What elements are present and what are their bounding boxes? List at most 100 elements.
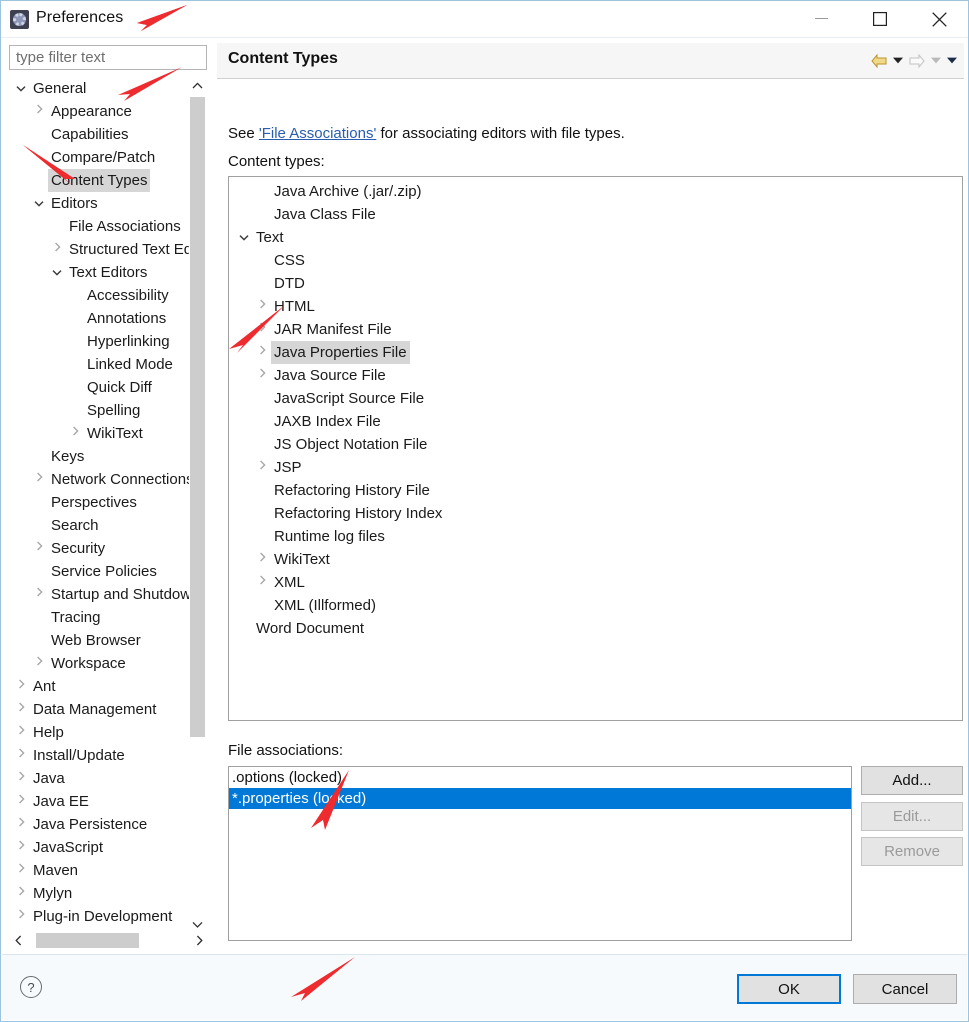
sidebar-item-keys[interactable]: Keys [10, 445, 191, 468]
sidebar-item-java-ee[interactable]: Java EE [10, 790, 191, 813]
content-type-item-xml[interactable]: XML [229, 571, 962, 594]
content-type-item-java-archive-jar-zip[interactable]: Java Archive (.jar/.zip) [229, 180, 962, 203]
add-button[interactable]: Add... [861, 766, 963, 795]
content-type-item-html[interactable]: HTML [229, 295, 962, 318]
sidebar-item-editors[interactable]: Editors [10, 192, 191, 215]
scroll-up-icon[interactable] [189, 77, 206, 94]
minimize-button[interactable] [798, 1, 844, 37]
chevron-right-icon[interactable] [255, 571, 269, 594]
sidebar-item-network-connections[interactable]: Network Connections [10, 468, 191, 491]
filter-box[interactable] [9, 45, 207, 70]
sidebar-item-wikitext[interactable]: WikiText [10, 422, 191, 445]
content-type-item-refactoring-history-index[interactable]: Refactoring History Index [229, 502, 962, 525]
content-type-item-jaxb-index-file[interactable]: JAXB Index File [229, 410, 962, 433]
sidebar-item-capabilities[interactable]: Capabilities [10, 123, 191, 146]
chevron-right-icon[interactable] [255, 364, 269, 387]
sidebar-item-linked-mode[interactable]: Linked Mode [10, 353, 191, 376]
help-question-icon[interactable]: ? [20, 976, 42, 998]
content-type-item-java-source-file[interactable]: Java Source File [229, 364, 962, 387]
view-menu-chevron-down-icon[interactable] [945, 52, 958, 69]
sidebar-vertical-scrollbar[interactable] [189, 77, 206, 933]
chevron-right-icon[interactable] [255, 456, 269, 479]
content-type-item-java-properties-file[interactable]: Java Properties File [229, 341, 962, 364]
content-type-item-js-object-notation-file[interactable]: JS Object Notation File [229, 433, 962, 456]
sidebar-horizontal-scrollbar[interactable] [10, 931, 208, 950]
sidebar-item-search[interactable]: Search [10, 514, 191, 537]
sidebar-item-java-persistence[interactable]: Java Persistence [10, 813, 191, 836]
chevron-right-icon[interactable] [255, 341, 269, 364]
sidebar-item-text-editors[interactable]: Text Editors [10, 261, 191, 284]
chevron-right-icon[interactable] [14, 698, 28, 721]
cancel-button[interactable]: Cancel [853, 974, 957, 1004]
sidebar-item-web-browser[interactable]: Web Browser [10, 629, 191, 652]
content-type-item-java-class-file[interactable]: Java Class File [229, 203, 962, 226]
chevron-right-icon[interactable] [32, 537, 46, 560]
chevron-right-icon[interactable] [14, 836, 28, 859]
chevron-right-icon[interactable] [255, 548, 269, 571]
sidebar-item-service-policies[interactable]: Service Policies [10, 560, 191, 583]
chevron-down-icon[interactable] [50, 261, 64, 284]
content-type-item-word-document[interactable]: Word Document [229, 617, 962, 640]
content-type-item-jar-manifest-file[interactable]: JAR Manifest File [229, 318, 962, 341]
sidebar-scrollbar-thumb[interactable] [190, 97, 205, 737]
chevron-right-icon[interactable] [32, 652, 46, 675]
file-associations-link[interactable]: 'File Associations' [259, 125, 376, 142]
back-arrow-icon[interactable] [869, 52, 888, 69]
sidebar-hscrollbar-thumb[interactable] [36, 933, 139, 948]
maximize-button[interactable] [857, 1, 903, 37]
content-type-item-jsp[interactable]: JSP [229, 456, 962, 479]
chevron-right-icon[interactable] [14, 859, 28, 882]
chevron-right-icon[interactable] [14, 905, 28, 928]
chevron-down-icon[interactable] [237, 226, 251, 249]
file-association-row[interactable]: *.properties (locked) [229, 788, 851, 809]
close-button[interactable] [916, 1, 962, 37]
sidebar-item-quick-diff[interactable]: Quick Diff [10, 376, 191, 399]
chevron-right-icon[interactable] [32, 468, 46, 491]
sidebar-item-maven[interactable]: Maven [10, 859, 191, 882]
sidebar-item-spelling[interactable]: Spelling [10, 399, 191, 422]
chevron-right-icon[interactable] [14, 767, 28, 790]
chevron-right-icon[interactable] [255, 318, 269, 341]
sidebar-item-workspace[interactable]: Workspace [10, 652, 191, 675]
chevron-right-icon[interactable] [14, 882, 28, 905]
sidebar-item-file-associations[interactable]: File Associations [10, 215, 191, 238]
sidebar-item-content-types[interactable]: Content Types [10, 169, 191, 192]
file-associations-list[interactable]: .options (locked) *.properties (locked) [228, 766, 852, 941]
chevron-right-icon[interactable] [50, 238, 64, 261]
scroll-right-icon[interactable] [191, 931, 208, 950]
chevron-right-icon[interactable] [14, 744, 28, 767]
content-type-item-wikitext[interactable]: WikiText [229, 548, 962, 571]
search-input[interactable] [10, 46, 206, 69]
chevron-right-icon[interactable] [14, 675, 28, 698]
sidebar-item-javascript[interactable]: JavaScript [10, 836, 191, 859]
content-type-item-runtime-log-files[interactable]: Runtime log files [229, 525, 962, 548]
sidebar-item-compare-patch[interactable]: Compare/Patch [10, 146, 191, 169]
sidebar-item-general[interactable]: General [10, 77, 191, 100]
sidebar-item-java[interactable]: Java [10, 767, 191, 790]
chevron-right-icon[interactable] [14, 721, 28, 744]
chevron-right-icon[interactable] [68, 422, 82, 445]
ok-button[interactable]: OK [737, 974, 841, 1004]
sidebar-item-tracing[interactable]: Tracing [10, 606, 191, 629]
content-type-item-xml-illformed[interactable]: XML (Illformed) [229, 594, 962, 617]
chevron-right-icon[interactable] [32, 100, 46, 123]
sidebar-item-accessibility[interactable]: Accessibility [10, 284, 191, 307]
sidebar-item-structured-text-ed[interactable]: Structured Text Ed [10, 238, 191, 261]
sidebar-item-plug-in-development[interactable]: Plug-in Development [10, 905, 191, 928]
chevron-right-icon[interactable] [14, 813, 28, 836]
chevron-right-icon[interactable] [255, 295, 269, 318]
chevron-right-icon[interactable] [32, 583, 46, 606]
content-type-item-dtd[interactable]: DTD [229, 272, 962, 295]
sidebar-item-appearance[interactable]: Appearance [10, 100, 191, 123]
scroll-left-icon[interactable] [10, 931, 27, 950]
content-type-item-refactoring-history-file[interactable]: Refactoring History File [229, 479, 962, 502]
back-menu-chevron-down-icon[interactable] [891, 52, 904, 69]
content-type-item-css[interactable]: CSS [229, 249, 962, 272]
sidebar-item-ant[interactable]: Ant [10, 675, 191, 698]
content-type-item-text[interactable]: Text [229, 226, 962, 249]
sidebar-item-hyperlinking[interactable]: Hyperlinking [10, 330, 191, 353]
file-association-row[interactable]: .options (locked) [229, 767, 851, 788]
sidebar-item-mylyn[interactable]: Mylyn [10, 882, 191, 905]
sidebar-item-annotations[interactable]: Annotations [10, 307, 191, 330]
chevron-right-icon[interactable] [14, 790, 28, 813]
